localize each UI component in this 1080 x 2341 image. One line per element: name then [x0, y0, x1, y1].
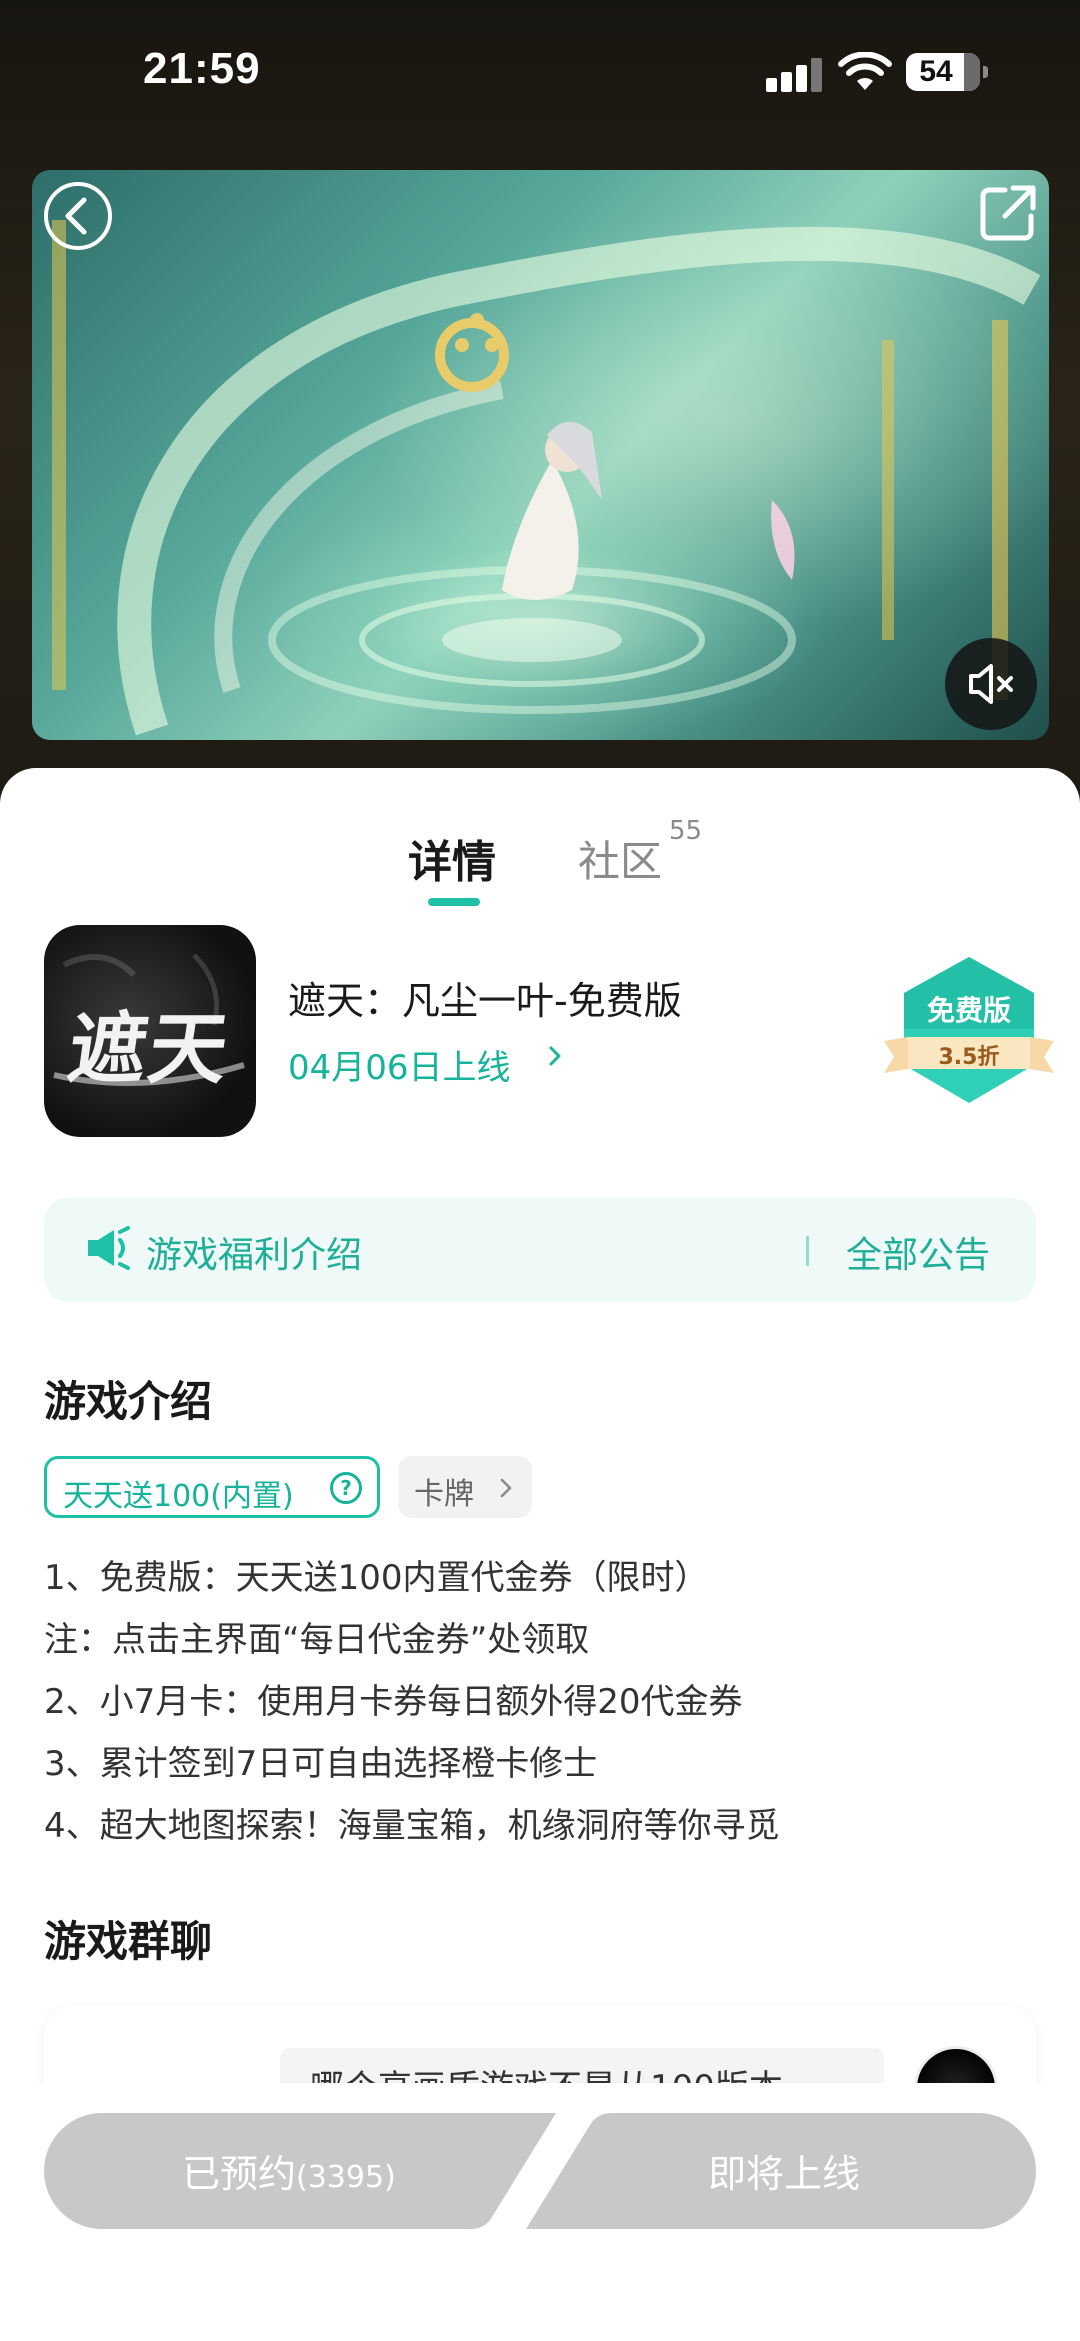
chevron-right-icon	[500, 1478, 512, 1498]
coming-soon-label: 即将上线	[708, 2152, 861, 2196]
notice-divider	[806, 1236, 809, 1266]
intro-line: 4、超大地图探索！海量宝箱，机缘洞府等你寻觅	[44, 1806, 780, 1846]
intro-line: 注：点击主界面“每日代金券”处领取	[44, 1620, 590, 1660]
detail-sheet: 详情 社区 55 遮天 遮天：凡尘一叶-免费版 04月06日上线 免费版 3.5…	[0, 768, 1080, 2341]
battery-level: 54	[919, 55, 953, 88]
daily-voucher-tag-label: 天天送100(内置)	[63, 1479, 294, 1514]
community-count-badge: 55	[669, 816, 703, 846]
intro-line: 2、小7月卡：使用月卡券每日额外得20代金券	[44, 1682, 743, 1722]
chevron-right-icon	[549, 1046, 561, 1066]
tab-bar: 详情 社区 55	[0, 798, 1080, 906]
share-button[interactable]	[977, 182, 1039, 244]
reservation-count: (3395)	[296, 2160, 396, 2195]
game-banner-video[interactable]	[32, 170, 1049, 740]
game-icon: 遮天	[44, 925, 256, 1137]
intro-section-title: 游戏介绍	[44, 1377, 213, 1426]
category-tag[interactable]: 卡牌	[398, 1456, 532, 1518]
daily-voucher-tag[interactable]: 天天送100(内置) ?	[44, 1456, 380, 1518]
group-chat-section-title: 游戏群聊	[44, 1917, 213, 1966]
category-tag-label: 卡牌	[414, 1477, 474, 1512]
cellular-signal-icon	[766, 58, 822, 92]
release-date-link[interactable]: 04月06日上线	[288, 1040, 511, 1089]
megaphone-icon	[88, 1226, 130, 1270]
hexagon-badge-icon	[884, 957, 1054, 1103]
free-version-badge: 免费版 3.5折	[884, 953, 1054, 1113]
tab-detail[interactable]: 详情	[408, 826, 496, 890]
tab-community[interactable]: 社区	[578, 828, 662, 889]
intro-line: 3、累计签到7日可自由选择橙卡修士	[44, 1744, 598, 1784]
share-icon	[980, 185, 1036, 241]
back-button[interactable]	[44, 182, 112, 250]
top-area: 21:59 54	[0, 0, 1080, 800]
game-icon-calligraphy: 遮天	[62, 1004, 236, 1095]
all-announcements-link[interactable]: 全部公告	[846, 1226, 990, 1278]
banner-artwork	[52, 220, 1041, 736]
welfare-notice-bar[interactable]: 游戏福利介绍 全部公告	[44, 1198, 1036, 1302]
intro-line: 1、免费版：天天送100内置代金券（限时）	[44, 1558, 709, 1598]
tab-active-indicator	[428, 898, 480, 906]
wifi-icon	[838, 52, 892, 90]
status-time: 21:59	[143, 44, 261, 93]
mute-button[interactable]	[945, 638, 1037, 730]
free-badge-title: 免费版	[926, 994, 1011, 1027]
help-icon[interactable]: ?	[330, 1472, 362, 1504]
discount-label: 3.5折	[938, 1045, 1000, 1070]
status-bar: 21:59 54	[0, 0, 1080, 150]
welfare-intro-link[interactable]: 游戏福利介绍	[146, 1226, 362, 1278]
reserved-button-label: 已预约(3395)	[182, 2152, 396, 2196]
battery-icon: 54	[906, 53, 988, 91]
chevron-left-icon	[65, 197, 87, 235]
speaker-muted-icon	[969, 664, 1013, 704]
game-title: 遮天：凡尘一叶-免费版	[288, 979, 682, 1023]
